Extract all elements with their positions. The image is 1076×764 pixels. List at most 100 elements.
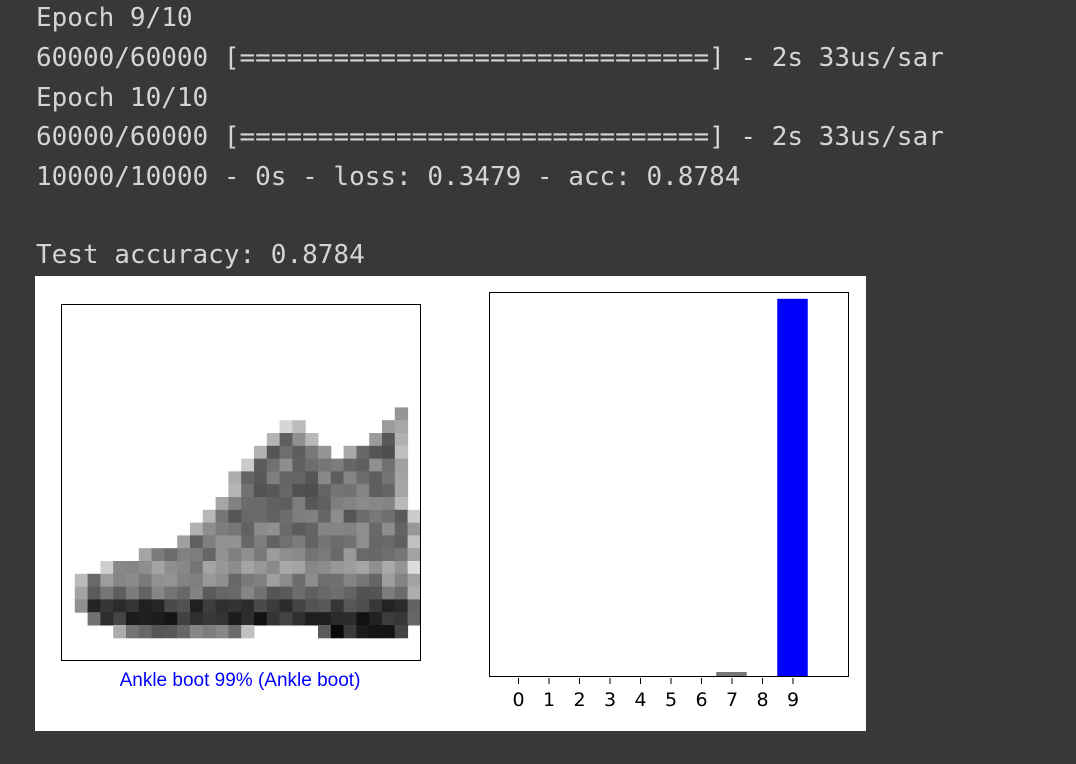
boot-pixel [100, 573, 114, 588]
log-line-epoch-10: Epoch 10/10 [36, 83, 209, 113]
boot-pixel [266, 509, 281, 524]
boot-pixel [241, 522, 255, 536]
boot-pixel [241, 471, 255, 485]
boot-pixel [279, 573, 293, 588]
boot-pixel [330, 561, 345, 575]
boot-pixel [292, 612, 306, 626]
boot-pixel [279, 433, 293, 447]
boot-pixel [394, 599, 409, 613]
boot-pixel [330, 612, 345, 626]
boot-pixel [202, 612, 217, 626]
boot-pixel [100, 612, 114, 626]
boot-pixel [292, 561, 306, 575]
boot-pixel [318, 509, 332, 524]
boot-pixel [87, 612, 101, 626]
boot-pixel [279, 522, 293, 536]
boot-pixel [318, 471, 332, 485]
boot-pixel [382, 433, 396, 447]
boot-pixel [292, 535, 306, 549]
boot-pixel [151, 599, 165, 613]
boot-pixel [407, 509, 420, 524]
boot-pixel [266, 445, 281, 460]
boot-pixel [407, 586, 420, 600]
boot-pixel [254, 458, 268, 472]
boot-pixel [356, 458, 370, 472]
boot-pixel [164, 573, 178, 588]
boot-pixel [330, 497, 345, 511]
boot-pixel [215, 509, 229, 524]
boot-pixel [356, 497, 370, 511]
boot-pixel [151, 625, 165, 639]
boot-pixel [266, 522, 281, 536]
boot-pixel [394, 548, 409, 562]
x-tick-label-2: 2 [573, 689, 585, 711]
boot-pixel [305, 561, 319, 575]
boot-pixel [228, 484, 242, 498]
boot-pixel [292, 522, 306, 536]
boot-pixel [177, 548, 191, 562]
boot-pixel [100, 599, 114, 613]
boot-pixel [305, 458, 319, 472]
boot-pixel [369, 471, 383, 485]
x-tick-label-1: 1 [543, 689, 555, 711]
boot-pixel [266, 561, 281, 575]
boot-pixel [292, 471, 306, 485]
boot-pixel [382, 509, 396, 524]
boot-pixel [266, 599, 281, 613]
boot-pixel [292, 497, 306, 511]
boot-pixel [254, 484, 268, 498]
boot-pixel [254, 535, 268, 549]
boot-pixel [279, 612, 293, 626]
boot-pixel [241, 612, 255, 626]
boot-pixel [190, 573, 204, 588]
boot-pixel [190, 625, 204, 639]
boot-pixel [369, 599, 383, 613]
boot-pixel [292, 509, 306, 524]
boot-pixel [318, 445, 332, 460]
boot-pixel [369, 458, 383, 472]
boot-pixel [382, 458, 396, 472]
boot-pixel [343, 484, 357, 498]
boot-pixel [266, 433, 281, 447]
boot-pixel [254, 445, 268, 460]
boot-pixel [254, 573, 268, 588]
boot-pixel [292, 548, 306, 562]
boot-pixel [202, 625, 217, 639]
boot-pixel [343, 509, 357, 524]
boot-pixel [292, 445, 306, 460]
boot-pixel [241, 561, 255, 575]
boot-pixel [394, 535, 409, 549]
boot-pixel [394, 612, 409, 626]
boot-pixel [177, 535, 191, 549]
boot-pixel [279, 535, 293, 549]
boot-pixel [305, 509, 319, 524]
boot-pixel [330, 522, 345, 536]
boot-pixel [266, 497, 281, 511]
boot-pixel [138, 599, 153, 613]
boot-pixel [254, 471, 268, 485]
boot-pixel [241, 586, 255, 600]
boot-pixel [330, 599, 345, 613]
boot-pixel [215, 573, 229, 588]
boot-pixel [190, 586, 204, 600]
boot-pixel [407, 561, 420, 575]
boot-pixel [241, 484, 255, 498]
boot-pixel [318, 612, 332, 626]
boot-pixel [394, 458, 409, 472]
boot-pixel [254, 497, 268, 511]
x-tick-label-6: 6 [695, 689, 707, 711]
boot-pixel [394, 522, 409, 536]
boot-pixel [394, 471, 409, 485]
boot-pixel [394, 586, 409, 600]
boot-pixel [343, 458, 357, 472]
boot-pixel [228, 599, 242, 613]
boot-pixel [177, 612, 191, 626]
boot-pixel [190, 599, 204, 613]
boot-pixel [305, 522, 319, 536]
prediction-bar-chart [489, 292, 849, 677]
boot-pixel [407, 535, 420, 549]
boot-pixel [343, 471, 357, 485]
boot-pixel [318, 586, 332, 600]
boot-pixel [330, 509, 345, 524]
boot-pixel [407, 612, 420, 626]
